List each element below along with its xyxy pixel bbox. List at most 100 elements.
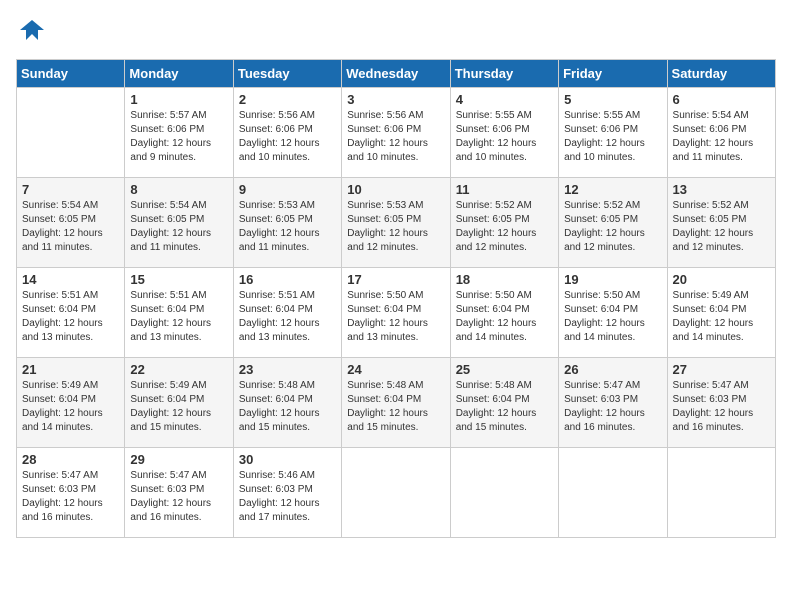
day-detail: Sunrise: 5:51 AM Sunset: 6:04 PM Dayligh… <box>130 289 227 345</box>
calendar-cell: 1Sunrise: 5:57 AM Sunset: 6:06 PM Daylig… <box>125 88 233 178</box>
day-number: 13 <box>673 182 770 197</box>
calendar-cell: 2 Sunrise: 5:56 AM Sunset: 6:06 PM Daylig… <box>233 88 341 178</box>
calendar-cell: 13 Sunrise: 5:52 AM Sunset: 6:05 PM Dayli… <box>667 178 775 268</box>
day-detail: Sunrise: 5:50 AM Sunset: 6:04 PM Dayligh… <box>347 289 444 345</box>
day-detail: Sunrise: 5:47 AM Sunset: 6:03 PM Dayligh… <box>564 379 661 435</box>
calendar-cell: 3 Sunrise: 5:56 AM Sunset: 6:06 PM Daylig… <box>342 88 450 178</box>
calendar-cell <box>667 448 775 538</box>
header-row: SundayMondayTuesdayWednesdayThursdayFrid… <box>17 60 776 88</box>
day-number: 7 <box>22 182 119 197</box>
day-detail: Sunrise: 5:48 AM Sunset: 6:04 PM Dayligh… <box>239 379 336 435</box>
calendar-cell: 16 Sunrise: 5:51 AM Sunset: 6:04 PM Dayli… <box>233 268 341 358</box>
day-number: 5 <box>564 92 661 107</box>
day-detail: Sunrise: 5:47 AM Sunset: 6:03 PM Dayligh… <box>130 469 227 525</box>
day-number: 1 <box>130 92 227 107</box>
day-number: 30 <box>239 452 336 467</box>
calendar-cell: 20 Sunrise: 5:49 AM Sunset: 6:04 PM Dayli… <box>667 268 775 358</box>
header <box>16 16 776 49</box>
column-header-sunday: Sunday <box>17 60 125 88</box>
column-header-friday: Friday <box>559 60 667 88</box>
day-detail: Sunrise: 5:51 AM Sunset: 6:04 PM Dayligh… <box>22 289 119 345</box>
day-detail: Sunrise: 5:46 AM Sunset: 6:03 PM Dayligh… <box>239 469 336 525</box>
calendar-cell <box>450 448 558 538</box>
week-row-2: 7 Sunrise: 5:54 AM Sunset: 6:05 PM Daylig… <box>17 178 776 268</box>
day-detail: Sunrise: 5:52 AM Sunset: 6:05 PM Dayligh… <box>564 199 661 255</box>
day-detail: Sunrise: 5:54 AM Sunset: 6:06 PM Dayligh… <box>673 109 770 165</box>
day-detail: Sunrise: 5:55 AM Sunset: 6:06 PM Dayligh… <box>456 109 553 165</box>
day-detail: Sunrise: 5:48 AM Sunset: 6:04 PM Dayligh… <box>347 379 444 435</box>
calendar-cell: 22 Sunrise: 5:49 AM Sunset: 6:04 PM Dayli… <box>125 358 233 448</box>
calendar-cell: 7 Sunrise: 5:54 AM Sunset: 6:05 PM Daylig… <box>17 178 125 268</box>
day-number: 8 <box>130 182 227 197</box>
day-number: 17 <box>347 272 444 287</box>
week-row-3: 14Sunrise: 5:51 AM Sunset: 6:04 PM Dayli… <box>17 268 776 358</box>
day-number: 15 <box>130 272 227 287</box>
day-number: 12 <box>564 182 661 197</box>
calendar-cell: 17 Sunrise: 5:50 AM Sunset: 6:04 PM Dayli… <box>342 268 450 358</box>
day-number: 28 <box>22 452 119 467</box>
day-number: 4 <box>456 92 553 107</box>
column-header-saturday: Saturday <box>667 60 775 88</box>
week-row-5: 28 Sunrise: 5:47 AM Sunset: 6:03 PM Dayli… <box>17 448 776 538</box>
day-detail: Sunrise: 5:50 AM Sunset: 6:04 PM Dayligh… <box>456 289 553 345</box>
day-detail: Sunrise: 5:55 AM Sunset: 6:06 PM Dayligh… <box>564 109 661 165</box>
calendar-table: SundayMondayTuesdayWednesdayThursdayFrid… <box>16 59 776 538</box>
calendar-cell: 8 Sunrise: 5:54 AM Sunset: 6:05 PM Daylig… <box>125 178 233 268</box>
day-number: 20 <box>673 272 770 287</box>
calendar-cell: 18Sunrise: 5:50 AM Sunset: 6:04 PM Dayli… <box>450 268 558 358</box>
logo <box>16 16 46 49</box>
day-detail: Sunrise: 5:52 AM Sunset: 6:05 PM Dayligh… <box>456 199 553 255</box>
day-detail: Sunrise: 5:49 AM Sunset: 6:04 PM Dayligh… <box>22 379 119 435</box>
day-detail: Sunrise: 5:54 AM Sunset: 6:05 PM Dayligh… <box>22 199 119 255</box>
day-number: 2 <box>239 92 336 107</box>
column-header-wednesday: Wednesday <box>342 60 450 88</box>
calendar-cell: 25 Sunrise: 5:48 AM Sunset: 6:04 PM Dayli… <box>450 358 558 448</box>
day-detail: Sunrise: 5:54 AM Sunset: 6:05 PM Dayligh… <box>130 199 227 255</box>
logo-bird-icon <box>18 16 46 44</box>
day-detail: Sunrise: 5:50 AM Sunset: 6:04 PM Dayligh… <box>564 289 661 345</box>
calendar-cell <box>342 448 450 538</box>
day-number: 9 <box>239 182 336 197</box>
day-detail: Sunrise: 5:47 AM Sunset: 6:03 PM Dayligh… <box>673 379 770 435</box>
day-number: 27 <box>673 362 770 377</box>
calendar-cell: 26Sunrise: 5:47 AM Sunset: 6:03 PM Dayli… <box>559 358 667 448</box>
day-number: 10 <box>347 182 444 197</box>
day-number: 25 <box>456 362 553 377</box>
calendar-cell <box>17 88 125 178</box>
day-detail: Sunrise: 5:52 AM Sunset: 6:05 PM Dayligh… <box>673 199 770 255</box>
day-number: 6 <box>673 92 770 107</box>
day-detail: Sunrise: 5:56 AM Sunset: 6:06 PM Dayligh… <box>239 109 336 165</box>
column-header-monday: Monday <box>125 60 233 88</box>
day-number: 29 <box>130 452 227 467</box>
day-detail: Sunrise: 5:56 AM Sunset: 6:06 PM Dayligh… <box>347 109 444 165</box>
calendar-cell: 12 Sunrise: 5:52 AM Sunset: 6:05 PM Dayli… <box>559 178 667 268</box>
calendar-cell: 30 Sunrise: 5:46 AM Sunset: 6:03 PM Dayli… <box>233 448 341 538</box>
day-number: 11 <box>456 182 553 197</box>
day-number: 24 <box>347 362 444 377</box>
column-header-tuesday: Tuesday <box>233 60 341 88</box>
calendar-cell: 6 Sunrise: 5:54 AM Sunset: 6:06 PM Daylig… <box>667 88 775 178</box>
calendar-cell <box>559 448 667 538</box>
day-detail: Sunrise: 5:51 AM Sunset: 6:04 PM Dayligh… <box>239 289 336 345</box>
calendar-cell: 24 Sunrise: 5:48 AM Sunset: 6:04 PM Dayli… <box>342 358 450 448</box>
calendar-cell: 15 Sunrise: 5:51 AM Sunset: 6:04 PM Dayli… <box>125 268 233 358</box>
day-number: 19 <box>564 272 661 287</box>
calendar-cell: 4 Sunrise: 5:55 AM Sunset: 6:06 PM Daylig… <box>450 88 558 178</box>
calendar-cell: 23 Sunrise: 5:48 AM Sunset: 6:04 PM Dayli… <box>233 358 341 448</box>
column-header-thursday: Thursday <box>450 60 558 88</box>
calendar-cell: 11 Sunrise: 5:52 AM Sunset: 6:05 PM Dayli… <box>450 178 558 268</box>
week-row-1: 1Sunrise: 5:57 AM Sunset: 6:06 PM Daylig… <box>17 88 776 178</box>
day-detail: Sunrise: 5:53 AM Sunset: 6:05 PM Dayligh… <box>347 199 444 255</box>
day-number: 22 <box>130 362 227 377</box>
day-number: 21 <box>22 362 119 377</box>
calendar-cell: 19 Sunrise: 5:50 AM Sunset: 6:04 PM Dayli… <box>559 268 667 358</box>
calendar-cell: 14Sunrise: 5:51 AM Sunset: 6:04 PM Dayli… <box>17 268 125 358</box>
day-detail: Sunrise: 5:48 AM Sunset: 6:04 PM Dayligh… <box>456 379 553 435</box>
day-number: 3 <box>347 92 444 107</box>
day-number: 23 <box>239 362 336 377</box>
day-detail: Sunrise: 5:49 AM Sunset: 6:04 PM Dayligh… <box>130 379 227 435</box>
calendar-cell: 21 Sunrise: 5:49 AM Sunset: 6:04 PM Dayli… <box>17 358 125 448</box>
day-number: 16 <box>239 272 336 287</box>
week-row-4: 21 Sunrise: 5:49 AM Sunset: 6:04 PM Dayli… <box>17 358 776 448</box>
day-detail: Sunrise: 5:49 AM Sunset: 6:04 PM Dayligh… <box>673 289 770 345</box>
